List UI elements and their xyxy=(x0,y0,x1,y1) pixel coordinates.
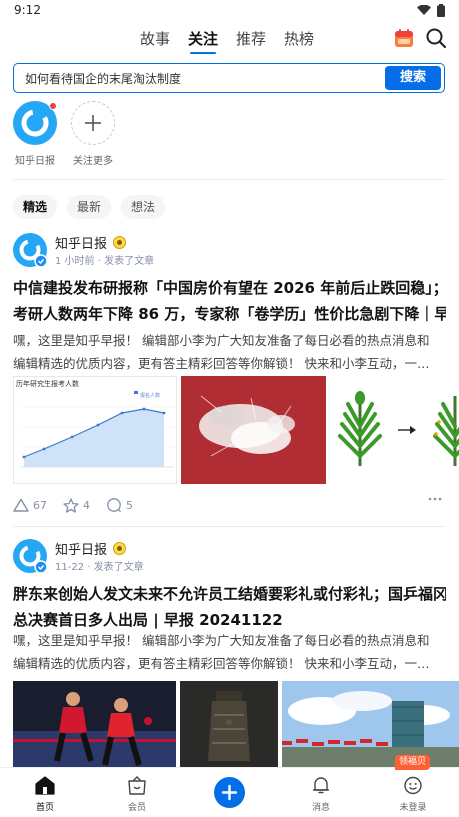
nav-home-label: 首页 xyxy=(35,803,54,813)
post-meta: 11-22 · 发表了文章 xyxy=(55,562,144,573)
star-icon xyxy=(63,497,79,513)
author-avatar[interactable] xyxy=(13,539,47,573)
excerpt-line: 嘿，这里是知乎早报！ 编辑部小李为广大知友准备了每日必看的热点消息和 xyxy=(13,333,430,348)
bottom-navigation: 首页 会员 消息 未登录 xyxy=(0,767,459,817)
home-icon xyxy=(35,776,55,795)
author-avatar[interactable] xyxy=(13,233,47,267)
author-name[interactable]: 知乎日报 xyxy=(55,539,107,558)
divider xyxy=(13,526,446,527)
status-bar: 9:12 xyxy=(0,0,459,22)
search-icon[interactable] xyxy=(425,27,447,49)
post-meta: 1 小时前 · 发表了文章 xyxy=(55,256,155,267)
chip-featured[interactable]: 精选 xyxy=(13,195,58,219)
tab-hot[interactable]: 热榜 xyxy=(284,28,314,49)
nav-messages-label: 消息 xyxy=(311,803,330,813)
feed-tabs: 故事 关注 推荐 热榜 xyxy=(140,28,314,54)
feed-post[interactable]: 知乎日报 11-22 · 发表了文章 胖东来创始人发文未来不允许员工结婚要彩礼或… xyxy=(0,539,459,771)
post-actions: 67 4 5 xyxy=(13,495,446,515)
city-building-photo[interactable] xyxy=(282,681,459,771)
chip-thoughts[interactable]: 想法 xyxy=(121,195,166,219)
more-options-icon[interactable] xyxy=(428,497,442,501)
upvote-icon xyxy=(13,498,29,512)
author-name-row: 知乎日报 xyxy=(55,539,127,558)
status-icons xyxy=(417,4,445,17)
follow-more-button[interactable]: 关注更多 xyxy=(68,101,118,167)
battery-icon xyxy=(437,4,445,17)
plant-diagram-image[interactable] xyxy=(330,376,459,484)
post-title-line: 中信建投发布研报称「中国房价有望在 2026 年前后止跌回稳」； xyxy=(13,279,446,297)
bell-icon xyxy=(313,777,329,794)
favorite-button[interactable]: 4 xyxy=(63,497,90,513)
nav-home[interactable]: 首页 xyxy=(20,776,70,813)
post-images: 历年研究生报考人数 报名人数 xyxy=(13,376,459,484)
top-navigation: 故事 关注 推荐 热榜 xyxy=(0,22,459,58)
welfare-badge[interactable]: 领福贝 xyxy=(395,755,431,770)
membership-icon xyxy=(128,776,146,795)
comment-button[interactable]: 5 xyxy=(106,497,133,513)
search-button[interactable]: 搜索 xyxy=(385,66,441,90)
favorite-count: 4 xyxy=(83,498,90,512)
post-excerpt[interactable]: 嘿，这里是知乎早报！ 编辑部小李为广大知友准备了每日必看的热点消息和 编辑精选的… xyxy=(13,629,446,675)
chart-thumbnail-caption: 历年研究生报考人数 xyxy=(16,380,79,388)
feather-photo[interactable] xyxy=(181,376,326,484)
wifi-icon xyxy=(417,5,431,15)
excerpt-line: 嘿，这里是知乎早报！ 编辑部小李为广大知友准备了每日必看的热点消息和 xyxy=(13,633,430,648)
author-name[interactable]: 知乎日报 xyxy=(55,233,107,252)
post-title[interactable]: 胖东来创始人发文未来不允许员工结婚要彩礼或付彩礼；国乒福冈 总决赛首日多人出局 … xyxy=(13,581,446,633)
post-excerpt[interactable]: 嘿，这里是知乎早报！ 编辑部小李为广大知友准备了每日必看的热点消息和 编辑精选的… xyxy=(13,329,446,375)
excerpt-line: 编辑精选的优质内容，更有答主精彩回答等你解锁！ 快来和小李互动，一… xyxy=(13,356,430,371)
profile-icon xyxy=(404,776,422,795)
search-bar[interactable]: 如何看待国企的末尾淘汰制度 搜索 xyxy=(13,63,445,93)
table-tennis-photo[interactable] xyxy=(13,681,176,771)
add-icon xyxy=(71,101,115,145)
comment-icon xyxy=(107,497,122,512)
tab-recommend[interactable]: 推荐 xyxy=(236,28,266,49)
author-name-row: 知乎日报 xyxy=(55,233,127,252)
comment-count: 5 xyxy=(126,498,133,512)
calendar-icon[interactable] xyxy=(394,28,414,48)
follow-more-label: 关注更多 xyxy=(73,156,113,167)
search-query[interactable]: 如何看待国企的末尾淘汰制度 xyxy=(25,70,181,87)
chart-thumbnail-legend: 报名人数 xyxy=(140,393,161,399)
nav-profile-label: 未登录 xyxy=(399,803,427,813)
author-badge-icon xyxy=(113,542,127,555)
chip-latest[interactable]: 最新 xyxy=(67,195,112,219)
follow-item-zhihu-daily[interactable]: 知乎日报 xyxy=(10,101,60,167)
tab-story[interactable]: 故事 xyxy=(140,28,170,49)
divider xyxy=(13,179,446,180)
nav-membership-label: 会员 xyxy=(127,803,146,813)
post-title-line: 考研人数两年下降 86 万，专家称「卷学历」性价比急剧下降｜早… xyxy=(13,305,446,323)
post-images xyxy=(13,681,459,771)
filter-chips: 精选 最新 想法 xyxy=(13,195,166,219)
nav-profile[interactable]: 未登录 xyxy=(388,776,438,813)
like-button[interactable]: 67 xyxy=(13,498,47,512)
nav-messages[interactable]: 消息 xyxy=(296,776,346,813)
tab-follow[interactable]: 关注 xyxy=(188,28,218,54)
follow-name: 知乎日报 xyxy=(15,156,55,167)
feed-post[interactable]: 知乎日报 1 小时前 · 发表了文章 中信建投发布研报称「中国房价有望在 202… xyxy=(0,233,459,523)
post-title-line: 胖东来创始人发文未来不允许员工结婚要彩礼或付彩礼；国乒福冈 xyxy=(13,585,446,603)
create-post-button[interactable] xyxy=(214,777,245,808)
bronze-artifact-photo[interactable] xyxy=(180,681,278,771)
new-update-dot xyxy=(49,102,57,110)
excerpt-line: 编辑精选的优质内容，更有答主精彩回答等你解锁！ 快来和小李互动，一… xyxy=(13,656,430,671)
post-title[interactable]: 中信建投发布研报称「中国房价有望在 2026 年前后止跌回稳」； 考研人数两年下… xyxy=(13,275,446,327)
status-time: 9:12 xyxy=(14,3,41,17)
like-count: 67 xyxy=(33,498,47,512)
zhihu-daily-avatar xyxy=(13,101,57,145)
plus-icon xyxy=(221,784,238,801)
author-badge-icon xyxy=(113,236,127,249)
chart-thumbnail[interactable]: 历年研究生报考人数 报名人数 xyxy=(13,376,177,484)
nav-membership[interactable]: 会员 xyxy=(112,776,162,813)
